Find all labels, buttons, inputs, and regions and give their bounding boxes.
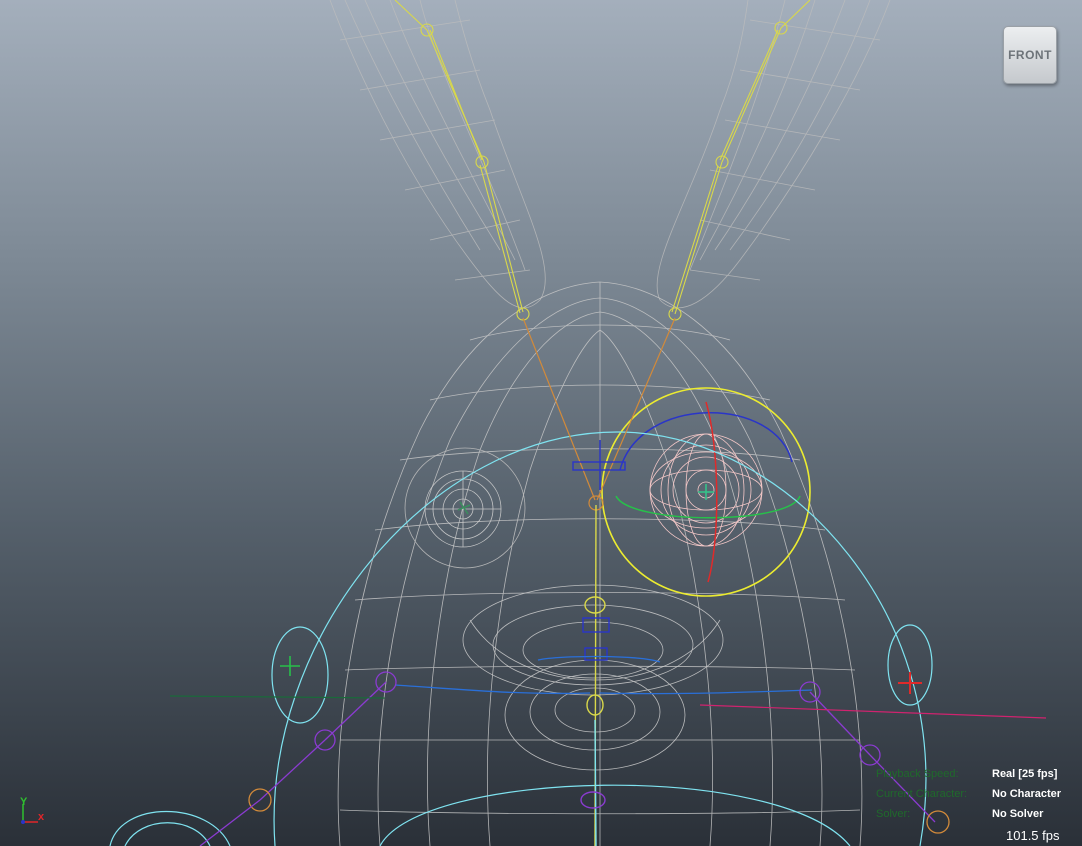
hud-value-character: No Character [992,788,1062,800]
left-locator[interactable] [280,656,300,676]
right-eye-joint[interactable] [698,484,714,500]
scene-wireframe[interactable] [0,0,1082,846]
head-mesh[interactable] [337,281,863,846]
left-ear-mesh[interactable] [329,0,546,309]
left-arm-pole[interactable] [169,695,386,699]
axis-x-label: x [38,811,45,823]
3d-viewport[interactable]: FRONT Playback Speed: Real [25 fps] Curr… [0,0,1082,846]
hud-value-playback: Real [25 fps] [992,768,1058,780]
hud-label-character: Current Character: [876,788,968,800]
hud-value-solver: No Solver [992,808,1044,820]
view-cube-label: FRONT [1008,48,1052,62]
axis-y-label: Y [20,796,28,808]
hud-label-solver: Solver: [876,808,911,820]
head-control-curve[interactable] [109,431,933,846]
frame-rate-readout: 101.5 fps [1006,828,1060,843]
right-arm-pole[interactable] [699,704,1047,719]
right-locator[interactable] [898,672,922,694]
arm-ik-right[interactable] [799,681,950,834]
head-joint-lines[interactable] [522,317,676,511]
ear-joint-chain-left[interactable] [394,0,530,321]
hud-label-playback: Playback Speed: [876,768,959,780]
view-cube[interactable]: FRONT [1003,26,1057,84]
eye-rotate-blue[interactable] [619,412,793,471]
